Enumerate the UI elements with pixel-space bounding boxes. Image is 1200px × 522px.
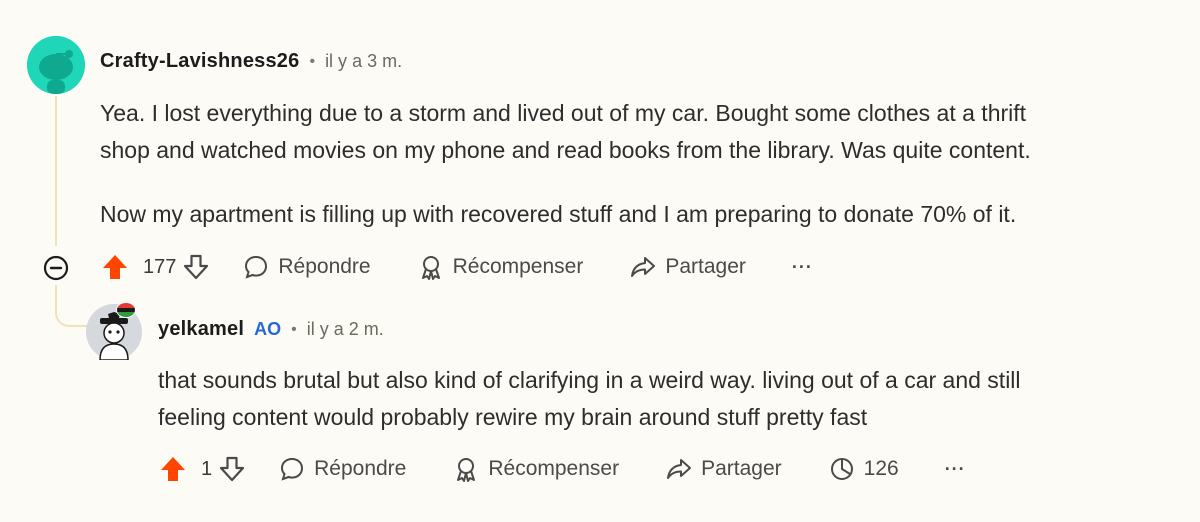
upvote-arrow-icon [103,255,127,279]
award-icon [421,256,440,280]
upvote-button[interactable] [158,454,188,484]
snoo-avatar-icon [27,36,85,94]
share-label: Partager [701,457,782,480]
avatar[interactable] [86,302,142,360]
comment-bubble-icon [281,457,304,481]
award-button[interactable]: Récompenser [417,253,584,281]
downvote-arrow-icon [220,456,245,482]
reply-button[interactable]: Répondre [278,455,406,483]
thread-line-branch [55,285,89,327]
minus-circle-icon [43,255,69,281]
pie-chart-icon [830,458,853,480]
meta-separator: • [309,52,316,70]
comment-timestamp[interactable]: il y a 3 m. [325,51,402,72]
comment-author[interactable]: Crafty-Lavishness26 [100,50,299,73]
award-button[interactable]: Récompenser [452,455,619,483]
vote-count: 1 [201,457,213,480]
comment-line: Now my apartment is filling up with reco… [100,201,1017,227]
share-button[interactable]: Partager [629,253,746,281]
share-button[interactable]: Partager [665,455,782,483]
comment-author[interactable]: yelkamel [158,318,244,341]
downvote-button[interactable] [218,454,246,484]
insights-button[interactable]: 126 [828,455,899,483]
meta-separator: • [291,320,297,338]
op-badge: AO [254,319,282,339]
share-label: Partager [665,255,746,278]
downvote-button[interactable] [182,252,210,282]
share-arrow-icon [631,257,656,277]
upvote-button[interactable] [100,252,130,282]
comment-line: feeling content would probably rewire my… [158,404,868,430]
flag-badge-icon [116,302,136,318]
vote-count: 177 [143,255,177,278]
award-icon [457,458,476,482]
reply-label: Répondre [278,255,371,278]
reply-label: Répondre [314,457,407,480]
comment-line: Yea. I lost everything due to a storm an… [100,100,1027,126]
upvote-arrow-icon [161,457,185,481]
award-label: Récompenser [488,457,620,480]
comment-timestamp[interactable]: il y a 2 m. [307,319,384,340]
comment-bubble-icon [245,255,268,279]
comment-body: Yea. I lost everything due to a storm an… [100,95,1190,233]
more-options-button[interactable]: ··· [945,459,966,480]
avatar[interactable] [27,36,85,94]
comment-body: that sounds brutal but also kind of clar… [158,362,1188,436]
comment-line: shop and watched movies on my phone and … [100,137,1031,163]
more-options-button[interactable]: ··· [792,257,813,278]
comment-line: that sounds brutal but also kind of clar… [158,367,1021,393]
downvote-arrow-icon [184,254,209,280]
reply-button[interactable]: Répondre [242,253,371,281]
view-count: 126 [863,457,899,480]
award-label: Récompenser [452,255,584,278]
collapse-thread-button[interactable] [43,255,69,281]
share-arrow-icon [667,459,692,479]
thread-line [55,96,57,246]
